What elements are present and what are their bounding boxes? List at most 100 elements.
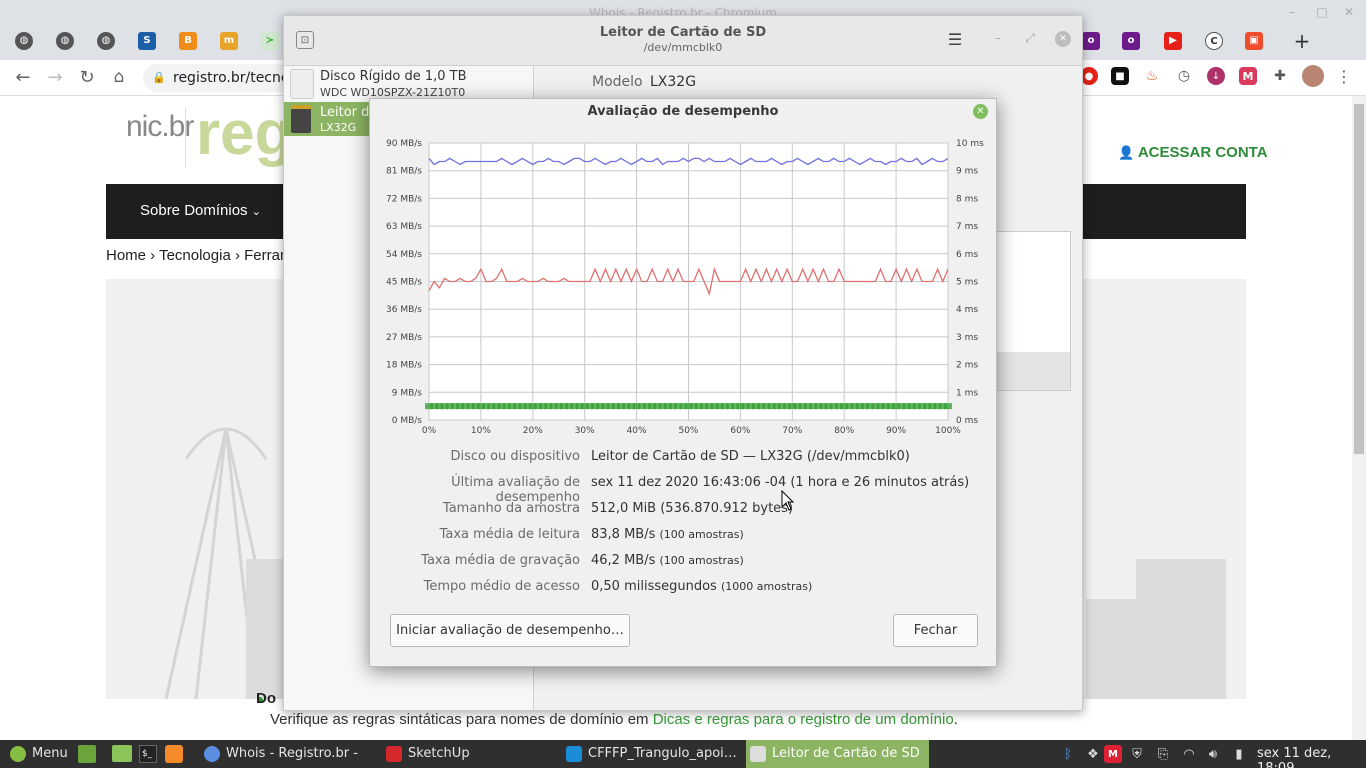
puzzle-icon[interactable]: ✚ xyxy=(1271,67,1289,85)
section-text-end: . xyxy=(953,711,958,728)
y-right-tick-label: 4 ms xyxy=(956,305,978,315)
taskbar-item-chromium[interactable]: Whois - Registro.br - C… xyxy=(200,740,380,768)
tab-favicon[interactable]: ◍ xyxy=(15,32,33,50)
folder-icon[interactable] xyxy=(112,745,132,762)
reload-icon[interactable]: ↻ xyxy=(76,66,98,88)
tab-favicon[interactable]: ◍ xyxy=(56,32,74,50)
y-right-tick-label: 3 ms xyxy=(956,333,978,343)
back-icon[interactable]: ← xyxy=(12,66,34,88)
maximize-icon[interactable]: ⤢ xyxy=(1022,30,1038,46)
scrollbar-thumb[interactable] xyxy=(1354,104,1364,454)
rules-link[interactable]: Dicas e regras para o registro de um dom… xyxy=(653,711,954,728)
x-tick-label: 10% xyxy=(471,426,491,436)
y-left-tick-label: 0 MB/s xyxy=(392,416,423,426)
tab-favicon[interactable]: ≻ xyxy=(261,32,279,50)
minimize-icon[interactable]: – xyxy=(1283,4,1301,20)
model-label: Modelo xyxy=(592,74,643,90)
y-left-tick-label: 9 MB/s xyxy=(392,388,423,398)
extension-icon[interactable]: M xyxy=(1239,67,1257,85)
tab-favicon[interactable]: o xyxy=(1082,32,1100,50)
kebab-menu-icon[interactable]: ⋮ xyxy=(1336,67,1352,86)
close-icon[interactable]: ✕ xyxy=(1340,4,1358,20)
taskbar-item-sketchup[interactable]: SketchUp xyxy=(382,740,562,768)
tab-favicon[interactable]: ◍ xyxy=(97,32,115,50)
volume-icon[interactable]: 🔊︎ xyxy=(1203,745,1223,763)
device-item-hdd[interactable]: Disco Rígido de 1,0 TB WDC WD10SPZX-21Z1… xyxy=(284,66,533,102)
mint-logo-icon xyxy=(10,746,26,762)
minimize-icon[interactable]: – xyxy=(990,30,1006,46)
disks-header-bar: ⊡ Leitor de Cartão de SD /dev/mmcblk0 ☰ … xyxy=(284,16,1082,66)
battery-icon[interactable]: ▮ xyxy=(1232,745,1246,763)
shield-icon[interactable]: ⛨ xyxy=(1128,745,1146,763)
x-tick-label: 40% xyxy=(627,426,647,436)
x-tick-label: 60% xyxy=(730,426,750,436)
chevron-down-icon: ⌄ xyxy=(251,206,261,218)
taskbar-label: Whois - Registro.br - C… xyxy=(226,746,358,761)
close-icon[interactable]: ✕ xyxy=(973,104,988,119)
chromium-icon xyxy=(204,746,220,762)
y-right-tick-label: 6 ms xyxy=(956,250,978,260)
nicbr-logo: nic.br xyxy=(126,110,194,143)
page-scrollbar[interactable] xyxy=(1352,96,1366,740)
y-left-tick-label: 54 MB/s xyxy=(386,250,422,260)
dropbox-icon[interactable]: ❖ xyxy=(1084,745,1102,763)
tab-favicon[interactable]: ▣ xyxy=(1245,32,1263,50)
clipboard-icon[interactable]: ⎘ xyxy=(1154,745,1172,763)
antivirus-icon[interactable]: M xyxy=(1104,745,1122,763)
desktop-icon[interactable] xyxy=(78,745,96,763)
info-value: 0,50 milissegundos (1000 amostras) xyxy=(591,579,812,594)
partition-map xyxy=(996,231,1071,391)
y-left-tick-label: 27 MB/s xyxy=(386,333,422,343)
address-url: registro.br/tecno xyxy=(173,70,290,86)
info-value-text: 512,0 MiB (536.870.912 bytes) xyxy=(591,501,794,516)
maximize-icon[interactable]: □ xyxy=(1313,4,1331,20)
taskbar-item-cffffp[interactable]: CFFFP_Trangulo_apoi… xyxy=(562,740,744,768)
x-tick-label: 100% xyxy=(935,426,961,436)
nav-label: Sobre Domínios xyxy=(140,202,248,219)
tab-favicon[interactable]: m xyxy=(220,32,238,50)
info-label: Tempo médio de acesso xyxy=(423,579,580,594)
sd-card-icon xyxy=(291,105,311,133)
lock-icon: 🔒 xyxy=(152,71,166,84)
app-launcher-icon[interactable] xyxy=(165,745,183,763)
login-label: ACESSAR CONTA xyxy=(1137,144,1268,161)
home-icon[interactable]: ⌂ xyxy=(108,66,130,88)
taskbar-item-disks[interactable]: Leitor de Cartão de SD xyxy=(746,740,929,768)
info-value: sex 11 dez 2020 16:43:06 -04 (1 hora e 2… xyxy=(591,475,969,490)
x-tick-label: 0% xyxy=(422,426,437,436)
model-value: LX32G xyxy=(650,74,697,90)
hamburger-menu-icon[interactable]: ☰ xyxy=(946,30,964,49)
x-tick-label: 70% xyxy=(782,426,802,436)
info-note: (100 amostras) xyxy=(659,554,744,567)
clock[interactable]: sex 11 dez, 18:09 xyxy=(1257,746,1366,768)
forward-icon[interactable]: → xyxy=(44,66,66,88)
start-benchmark-button[interactable]: Iniciar avaliação de desempenho… xyxy=(390,614,630,647)
y-left-tick-label: 45 MB/s xyxy=(386,278,422,288)
login-link[interactable]: 👤 ACESSAR CONTA xyxy=(1118,144,1268,161)
bluetooth-icon[interactable]: ᛒ xyxy=(1060,745,1076,763)
wifi-icon[interactable]: ◠ xyxy=(1179,745,1199,763)
extension-icon[interactable]: ♨ xyxy=(1143,67,1161,85)
x-tick-label: 50% xyxy=(678,426,698,436)
start-menu-button[interactable]: Menu xyxy=(6,740,68,768)
info-value: 46,2 MB/s (100 amostras) xyxy=(591,553,744,568)
breadcrumb[interactable]: Home › Tecnologia › Ferram xyxy=(106,247,292,264)
nav-item-domains[interactable]: Sobre Domínios ⌄ xyxy=(140,202,261,219)
close-icon[interactable]: ✕ xyxy=(1055,31,1071,47)
tab-favicon[interactable]: B xyxy=(179,32,197,50)
avatar[interactable] xyxy=(1302,65,1324,87)
y-right-tick-label: 0 ms xyxy=(956,416,978,426)
access-time-point xyxy=(944,403,952,410)
extension-icon[interactable]: ◷ xyxy=(1175,67,1193,85)
extension-icon[interactable]: ■ xyxy=(1111,67,1129,85)
tab-favicon[interactable]: o xyxy=(1122,32,1140,50)
close-button[interactable]: Fechar xyxy=(893,614,978,647)
terminal-icon[interactable]: $_ xyxy=(139,745,157,763)
device-name: Disco Rígido de 1,0 TB xyxy=(320,69,467,84)
tab-favicon[interactable]: ▶ xyxy=(1164,32,1182,50)
x-tick-label: 20% xyxy=(523,426,543,436)
tab-favicon[interactable]: S xyxy=(138,32,156,50)
new-tab-icon[interactable]: + xyxy=(1292,29,1312,53)
tab-favicon[interactable]: C xyxy=(1205,32,1223,50)
extension-icon[interactable]: ↓ xyxy=(1207,67,1225,85)
